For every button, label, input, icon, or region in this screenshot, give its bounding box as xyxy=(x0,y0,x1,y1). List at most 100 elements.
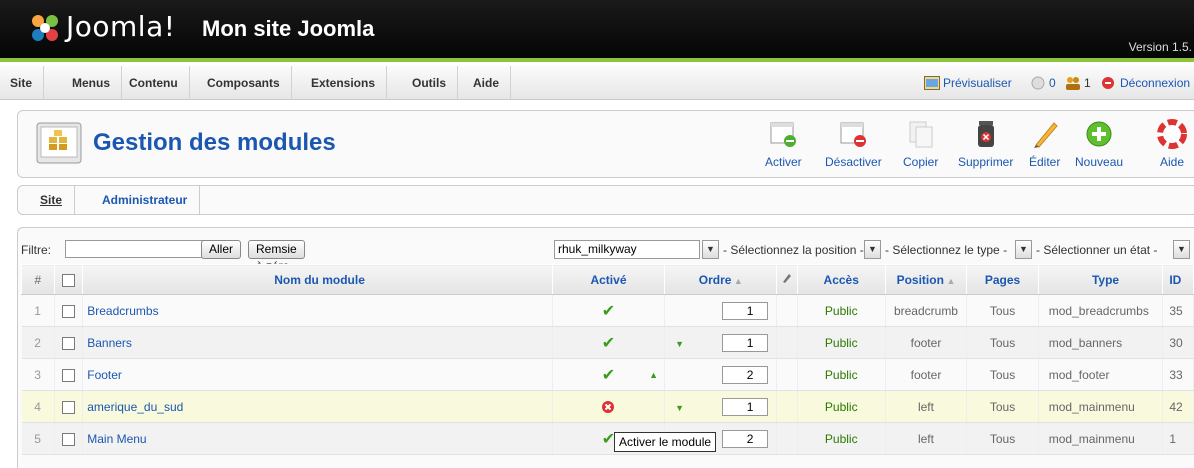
activate-icon xyxy=(770,122,797,147)
order-input[interactable]: 1 xyxy=(722,302,769,320)
order-input[interactable]: 1 xyxy=(722,398,769,416)
submenu-admin[interactable]: Administrateur xyxy=(90,186,201,214)
table-row: 1 Breadcrumbs ✔ 1 Public breadcrumb Tous… xyxy=(21,294,1194,327)
new-button[interactable]: Nouveau xyxy=(1075,119,1123,169)
position-select[interactable]: - Sélectionnez la position - xyxy=(723,243,864,257)
module-name-link[interactable]: Banners xyxy=(82,326,553,359)
filter-label: Filtre: xyxy=(21,243,51,257)
menu-menus[interactable]: Menus xyxy=(61,66,123,100)
header-select-all[interactable] xyxy=(53,264,84,295)
access-link[interactable]: Public xyxy=(797,294,886,327)
row-checkbox[interactable] xyxy=(61,304,75,318)
access-link[interactable]: Public xyxy=(797,358,886,391)
messages-indicator[interactable]: 0 xyxy=(1030,66,1056,100)
move-down-icon[interactable]: ▼ xyxy=(675,403,684,413)
row-checkbox[interactable] xyxy=(61,432,75,446)
header-active[interactable]: Activé xyxy=(551,264,666,295)
menu-aide[interactable]: Aide xyxy=(462,66,512,100)
row-num: 5 xyxy=(21,422,55,455)
edit-button[interactable]: Éditer xyxy=(1029,119,1060,169)
table-header-row: # Nom du module Activé Ordre ▲ Accès Pos… xyxy=(21,264,1194,295)
help-button[interactable]: Aide xyxy=(1157,119,1187,169)
active-toggle[interactable]: ✔ xyxy=(552,294,666,327)
copy-label: Copier xyxy=(903,155,939,169)
header-position[interactable]: Position ▲ xyxy=(884,264,968,295)
row-checkbox[interactable] xyxy=(61,400,75,414)
menu-composants[interactable]: Composants xyxy=(196,66,292,100)
row-num: 2 xyxy=(21,326,55,359)
modules-table: # Nom du module Activé Ordre ▲ Accès Pos… xyxy=(21,264,1194,455)
access-link[interactable]: Public xyxy=(797,390,886,423)
position-select-arrow-icon[interactable]: ▼ xyxy=(864,240,881,259)
menu-outils[interactable]: Outils xyxy=(401,66,459,100)
reset-button[interactable]: Remsie à zéro xyxy=(248,240,305,273)
id-value: 1 xyxy=(1162,422,1194,455)
menu-contenu[interactable]: Contenu xyxy=(118,66,190,100)
module-name-link[interactable]: Breadcrumbs xyxy=(82,294,553,327)
row-checkbox-cell[interactable] xyxy=(54,390,84,423)
access-link[interactable]: Public xyxy=(797,422,886,455)
delete-button[interactable]: Supprimer xyxy=(958,119,1013,169)
order-input[interactable]: 2 xyxy=(722,366,769,384)
checkmark-icon: ✔ xyxy=(601,302,616,320)
preview-link[interactable]: Prévisualiser xyxy=(924,66,1012,100)
deactivate-icon xyxy=(840,122,867,147)
row-checkbox[interactable] xyxy=(61,368,75,382)
logout-label: Déconnexion xyxy=(1120,76,1191,90)
menu-site[interactable]: Site xyxy=(0,66,45,100)
go-button[interactable]: Aller xyxy=(201,240,242,259)
active-toggle[interactable]: ✔ xyxy=(552,326,666,359)
active-toggle[interactable]: ✔ xyxy=(552,358,666,391)
order-input[interactable]: 1 xyxy=(722,334,769,352)
delete-label: Supprimer xyxy=(958,155,1014,169)
type-select-arrow-icon[interactable]: ▼ xyxy=(1015,240,1032,259)
copy-button[interactable]: Copier xyxy=(903,119,938,169)
header-pages[interactable]: Pages xyxy=(966,264,1039,295)
row-checkbox-cell[interactable] xyxy=(54,326,84,359)
messages-count: 0 xyxy=(1049,76,1056,90)
header-id[interactable]: ID xyxy=(1162,264,1194,295)
module-name-link[interactable]: amerique_du_sud xyxy=(82,390,553,423)
select-all-checkbox[interactable] xyxy=(61,273,75,287)
template-select-arrow-icon[interactable]: ▼ xyxy=(702,240,719,259)
deactivate-label: Désactiver xyxy=(825,155,882,169)
access-link[interactable]: Public xyxy=(797,326,886,359)
row-num: 3 xyxy=(21,358,55,391)
type-select[interactable]: - Sélectionnez le type - xyxy=(885,243,1007,257)
module-name-link[interactable]: Footer xyxy=(82,358,553,391)
active-toggle[interactable] xyxy=(552,390,666,423)
menu-extensions[interactable]: Extensions xyxy=(300,66,388,100)
order-input[interactable]: 2 xyxy=(722,430,769,448)
state-select[interactable]: - Sélectionner un état - xyxy=(1036,243,1157,257)
deactivate-button[interactable]: Désactiver xyxy=(825,119,882,169)
sort-asc-icon: ▲ xyxy=(943,275,956,286)
module-name-link[interactable]: Main Menu xyxy=(82,422,553,455)
empty-cell xyxy=(776,422,798,455)
row-checkbox[interactable] xyxy=(61,336,75,350)
header-type[interactable]: Type xyxy=(1037,264,1164,295)
position-value: footer xyxy=(885,358,968,391)
row-checkbox-cell[interactable] xyxy=(54,422,84,455)
empty-cell xyxy=(776,326,798,359)
table-row: 3 Footer ✔ ▲ 2 Public footer Tous mod_foo… xyxy=(21,358,1194,391)
pencil-icon xyxy=(1033,122,1058,148)
header-access[interactable]: Accès xyxy=(796,264,886,295)
order-cell: ▼ 1 xyxy=(664,326,778,359)
template-select[interactable]: rhuk_milkyway xyxy=(554,240,700,259)
empty-cell xyxy=(776,294,798,327)
site-title: Mon site Joomla xyxy=(202,16,375,41)
row-checkbox-cell[interactable] xyxy=(54,294,84,327)
header-order[interactable]: Ordre ▲ xyxy=(664,264,778,295)
filter-input[interactable] xyxy=(65,240,215,258)
position-value: footer xyxy=(885,326,968,359)
header-name[interactable]: Nom du module xyxy=(82,264,553,295)
messages-icon xyxy=(1031,76,1045,90)
logout-link[interactable]: Déconnexion xyxy=(1101,66,1190,100)
row-checkbox-cell[interactable] xyxy=(54,358,84,391)
move-up-icon[interactable]: ▲ xyxy=(649,370,658,380)
submenu-site[interactable]: Site xyxy=(28,186,76,214)
state-select-arrow-icon[interactable]: ▼ xyxy=(1173,240,1190,259)
move-down-icon[interactable]: ▼ xyxy=(675,339,684,349)
activate-button[interactable]: Activer xyxy=(765,119,802,169)
save-order-button[interactable] xyxy=(776,264,798,295)
